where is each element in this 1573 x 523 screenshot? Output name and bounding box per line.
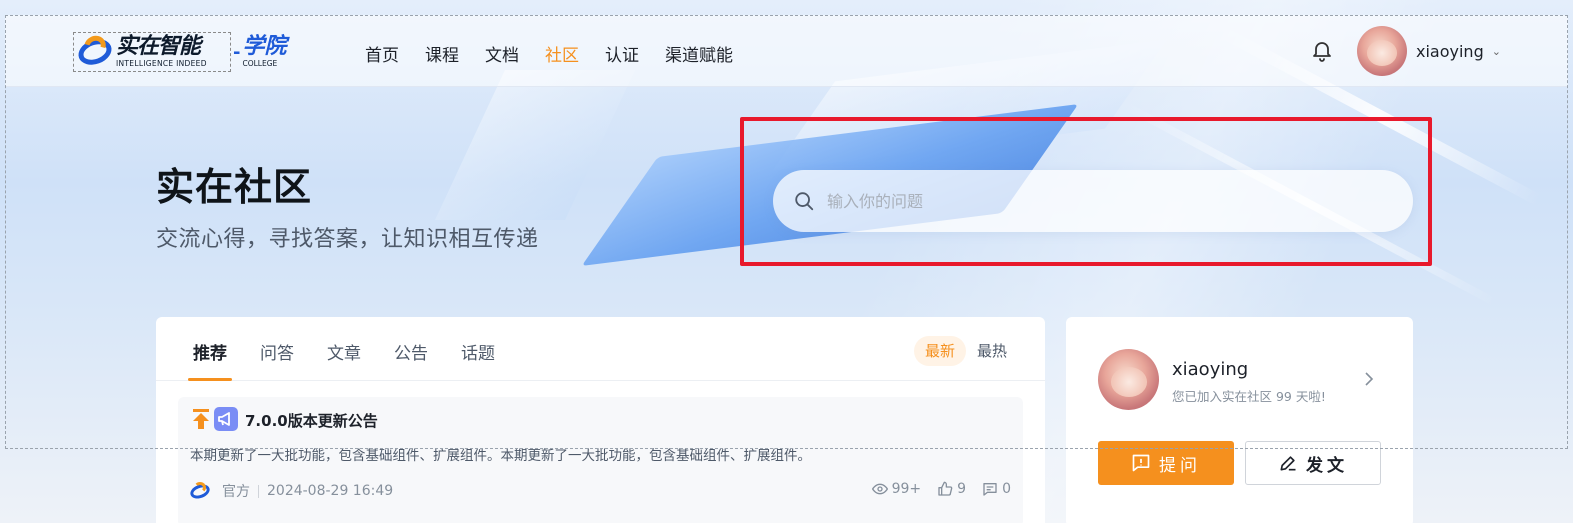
post-title[interactable]: 7.0.0版本更新公告 xyxy=(245,410,378,431)
eye-icon xyxy=(871,483,888,495)
nav-item-community[interactable]: 社区 xyxy=(545,41,579,66)
active-tab-indicator xyxy=(188,378,232,381)
nav-item-home[interactable]: 首页 xyxy=(365,41,399,66)
like-count[interactable]: 9 xyxy=(937,481,966,497)
site-logo[interactable]: 实在智能 INTELLIGENCE INDEED - 学院 COLLEGE xyxy=(73,31,287,72)
feed-tabs: 推荐 问答 文章 公告 话题 最新 最热 xyxy=(156,317,1045,381)
ask-question-button[interactable]: 提问 xyxy=(1098,441,1234,485)
logo-brand-cn: 实在智能 xyxy=(116,34,201,60)
sort-hottest-button[interactable]: 最热 xyxy=(977,336,1007,366)
avatar xyxy=(1357,26,1407,76)
post-stats: 99+ 9 0 xyxy=(856,481,1011,497)
top-header: 实在智能 INTELLIGENCE INDEED - 学院 COLLEGE 首页… xyxy=(5,15,1568,87)
view-count: 99+ xyxy=(871,481,922,497)
tab-topics[interactable]: 话题 xyxy=(461,339,495,364)
author-logo-icon xyxy=(188,481,212,502)
post-author: 官方 xyxy=(222,484,250,500)
view-count-value: 99+ xyxy=(891,481,922,497)
like-count-value: 9 xyxy=(957,481,967,497)
tab-recommended[interactable]: 推荐 xyxy=(193,339,227,364)
megaphone-icon xyxy=(214,407,238,431)
feed-card: 推荐 问答 文章 公告 话题 最新 最热 7.0.0版本更新公告 本期更新了一大… xyxy=(156,317,1045,523)
post-meta: 官方 2024-08-29 16:49 xyxy=(188,481,394,502)
profile-joined-text: 您已加入实在社区 99 天啦! xyxy=(1172,389,1326,404)
highlight-box xyxy=(740,117,1432,266)
pin-top-icon xyxy=(193,409,209,429)
write-article-button[interactable]: 发文 xyxy=(1245,441,1381,485)
avatar[interactable] xyxy=(1098,349,1159,410)
username: xiaoying xyxy=(1416,41,1484,61)
brand-mark-icon xyxy=(74,31,116,70)
tab-qa[interactable]: 问答 xyxy=(260,339,294,364)
ask-question-label: 提问 xyxy=(1159,455,1201,475)
user-menu[interactable]: xiaoying ⌄ xyxy=(1357,26,1501,76)
nav-item-channel[interactable]: 渠道赋能 xyxy=(665,41,733,66)
page-title: 实在社区 xyxy=(156,165,313,209)
logo-college-en: COLLEGE xyxy=(242,59,278,69)
main-nav: 首页 课程 文档 社区 认证 渠道赋能 xyxy=(365,41,759,66)
nav-item-certification[interactable]: 认证 xyxy=(605,41,639,66)
thumbs-up-icon xyxy=(938,481,953,496)
question-icon xyxy=(1132,454,1150,472)
page-subtitle: 交流心得，寻找答案，让知识相互传递 xyxy=(156,227,539,252)
post-excerpt: 本期更新了一大批功能，包含基础组件、扩展组件。本期更新了一大批功能，包含基础组件… xyxy=(190,448,811,464)
post-time: 2024-08-29 16:49 xyxy=(267,483,394,499)
logo-brand-en: INTELLIGENCE INDEED xyxy=(116,59,207,69)
logo-college-cn: 学院 xyxy=(242,34,287,60)
logo-selection-box: 实在智能 INTELLIGENCE INDEED xyxy=(73,31,231,72)
comment-icon xyxy=(983,483,997,496)
tab-announcements[interactable]: 公告 xyxy=(394,339,428,364)
logo-text: 实在智能 INTELLIGENCE INDEED xyxy=(116,36,207,68)
profile-name[interactable]: xiaoying xyxy=(1172,359,1248,380)
logo-separator: - xyxy=(233,41,241,63)
write-article-label: 发文 xyxy=(1306,455,1348,475)
logo-college: 学院 COLLEGE xyxy=(242,36,286,68)
chevron-down-icon: ⌄ xyxy=(1491,44,1501,58)
nav-item-courses[interactable]: 课程 xyxy=(425,41,459,66)
divider xyxy=(258,484,259,498)
list-item[interactable]: 7.0.0版本更新公告 本期更新了一大批功能，包含基础组件、扩展组件。本期更新了… xyxy=(178,397,1023,523)
tab-articles[interactable]: 文章 xyxy=(327,339,361,364)
sort-newest-button[interactable]: 最新 xyxy=(914,336,966,366)
nav-item-docs[interactable]: 文档 xyxy=(485,41,519,66)
comment-count-value: 0 xyxy=(1002,481,1011,497)
bell-icon[interactable] xyxy=(1310,39,1334,63)
chevron-right-icon[interactable] xyxy=(1362,371,1376,387)
pencil-icon xyxy=(1280,456,1296,471)
profile-card: xiaoying 您已加入实在社区 99 天啦! 提问 发文 xyxy=(1066,317,1413,523)
comment-count[interactable]: 0 xyxy=(982,481,1011,497)
